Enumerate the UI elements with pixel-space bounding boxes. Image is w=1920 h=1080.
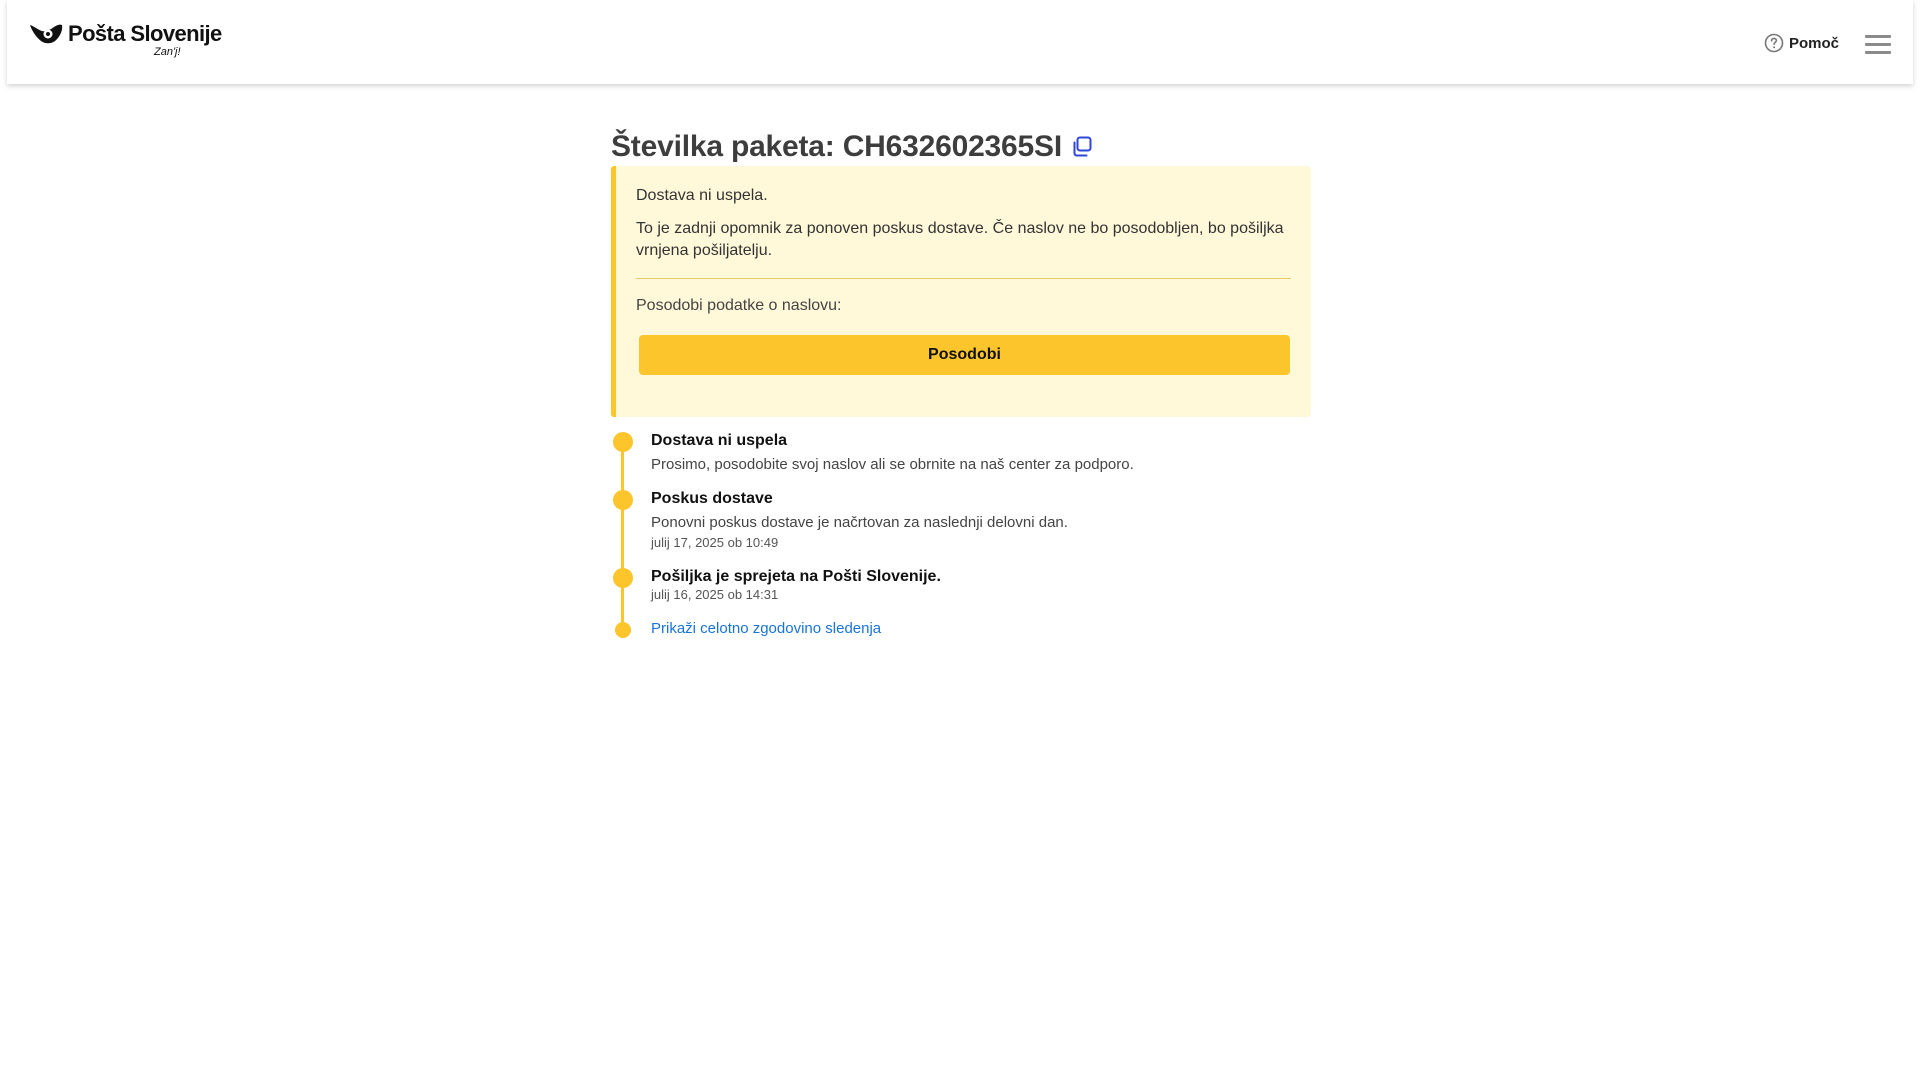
event-title: Poskus dostave [651, 490, 773, 507]
event-title: Pošiljka je sprejeta na Pošti Slovenije. [651, 568, 941, 585]
parcel-number-title: Številka paketa: CH632602365SI [611, 130, 1062, 163]
update-address-button[interactable]: Posodobi [639, 335, 1290, 375]
event-timestamp: julij 17, 2025 ob 10:49 [651, 535, 779, 550]
timeline-dot [613, 432, 633, 452]
logo-text: Pošta Slovenije Zan'j! [68, 21, 222, 59]
alert-message: To je zadnji opomnik za ponoven poskus d… [636, 220, 1284, 259]
timeline-event: Prikaži celotno zgodovino sledenja [611, 619, 1311, 639]
timeline-event: Dostava ni uspela Prosimo, posodobite sv… [611, 431, 1311, 489]
timeline-event: Poskus dostave Ponovni poskus dostave je… [611, 489, 1311, 567]
event-description: Ponovni poskus dostave je načrtovan za n… [651, 514, 1068, 531]
posta-slovenije-logo[interactable]: Pošta Slovenije Zan'j! [28, 22, 222, 58]
event-description: Prosimo, posodobite svoj naslov ali se o… [651, 456, 1134, 473]
alert-status: Dostava ni uspela. [636, 187, 768, 204]
timeline-event: Pošiljka je sprejeta na Pošti Slovenije.… [611, 567, 1311, 619]
alert-divider [636, 278, 1291, 279]
help-label: Pomoč [1789, 34, 1840, 52]
timeline-dot [613, 568, 633, 588]
site-header: Pošta Slovenije Zan'j! Pomoč [7, 0, 1913, 84]
alert-prompt: Posodobi podatke o naslovu: [636, 297, 842, 314]
full-history-link[interactable]: Prikaži celotno zgodovino sledenja [651, 620, 881, 637]
timeline-dot [615, 622, 631, 638]
logo-tagline: Zan'j! [154, 46, 181, 58]
event-title: Dostava ni uspela [651, 432, 788, 449]
copy-icon[interactable] [1070, 135, 1094, 159]
logo-name: Pošta Slovenije [68, 21, 222, 46]
page-title: Številka paketa: CH632602365SI [611, 128, 1311, 166]
delivery-failed-alert: Dostava ni uspela. To je zadnji opomnik … [611, 166, 1311, 417]
help-link[interactable]: Pomoč [1764, 33, 1839, 53]
tracking-timeline: Dostava ni uspela Prosimo, posodobite sv… [611, 431, 1311, 639]
timeline-dot [613, 490, 633, 510]
menu-bar [1865, 43, 1891, 46]
menu-bar [1865, 51, 1891, 54]
event-timestamp: julij 16, 2025 ob 14:31 [651, 587, 779, 602]
tracking-main: Številka paketa: CH632602365SI Dostava n… [611, 128, 1311, 639]
post-horn-icon [30, 24, 63, 44]
question-circle-icon [1764, 33, 1784, 53]
hamburger-menu-icon[interactable] [1863, 32, 1893, 56]
menu-bar [1865, 35, 1891, 38]
